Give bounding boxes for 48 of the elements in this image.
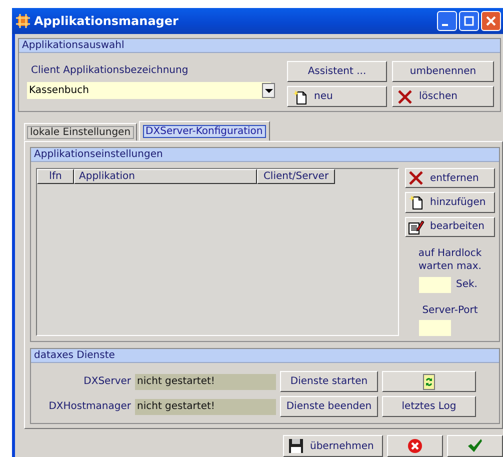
tab[interactable]: DXServer-Konfiguration xyxy=(138,121,270,141)
minimize-button[interactable] xyxy=(437,11,457,31)
column-header[interactable]: Client/Server xyxy=(257,169,335,184)
new-page-icon xyxy=(408,194,424,210)
log-button[interactable]: letztes Log xyxy=(382,396,476,417)
add-button[interactable]: hinzufügen xyxy=(405,192,495,213)
field-label: auf Hardlock warten max. xyxy=(417,246,483,273)
column-header[interactable]: lfn xyxy=(37,169,74,184)
status-field: nicht gestartet! xyxy=(135,398,276,414)
refresh-button[interactable] xyxy=(382,371,476,392)
close-icon xyxy=(484,14,498,28)
ok-button[interactable] xyxy=(447,435,503,457)
column-header[interactable]: Applikation xyxy=(74,169,257,184)
service-label: DXServer xyxy=(82,376,131,387)
cross-icon xyxy=(408,170,424,186)
tab[interactable]: lokale Einstellungen xyxy=(24,123,137,141)
start-services-button[interactable]: Dienste starten xyxy=(280,371,378,392)
new-button[interactable]: neu xyxy=(287,86,387,107)
group-header: dataxes Dienste xyxy=(31,349,499,363)
port-input[interactable] xyxy=(419,320,451,336)
refresh-icon xyxy=(423,374,435,390)
service-label: DXHostmanager xyxy=(48,401,131,412)
unit-label: Sek. xyxy=(456,279,478,290)
maximize-button[interactable] xyxy=(459,11,479,31)
edit-button[interactable]: bearbeiten xyxy=(405,216,495,237)
edit-document-icon xyxy=(408,218,424,235)
group-header: Applikationsauswahl xyxy=(19,39,500,53)
checkmark-icon xyxy=(467,438,483,454)
field-label: Client Applikationsbezeichnung xyxy=(30,64,190,78)
seconds-input[interactable] xyxy=(419,276,451,293)
status-field: nicht gestartet! xyxy=(135,374,276,390)
field-label: Server-Port xyxy=(422,304,478,316)
cancel-button[interactable] xyxy=(387,435,443,457)
cancel-icon xyxy=(407,438,423,454)
minimize-icon xyxy=(442,24,448,26)
maximize-icon xyxy=(462,14,476,28)
wizard-button[interactable]: Assistent ... xyxy=(287,61,387,82)
apply-button[interactable]: übernehmen xyxy=(283,435,383,457)
new-page-icon xyxy=(292,88,308,104)
cross-icon xyxy=(397,88,413,104)
rename-button[interactable]: umbenennen xyxy=(392,61,494,82)
group-header: Applikationseinstellungen xyxy=(31,148,499,162)
window-title: Applikationsmanager xyxy=(34,14,180,28)
delete-button[interactable]: löschen xyxy=(392,86,494,107)
close-button[interactable] xyxy=(481,11,501,31)
app-icon xyxy=(16,14,30,28)
remove-button[interactable]: entfernen xyxy=(405,168,495,188)
stop-services-button[interactable]: Dienste beenden xyxy=(280,396,378,417)
